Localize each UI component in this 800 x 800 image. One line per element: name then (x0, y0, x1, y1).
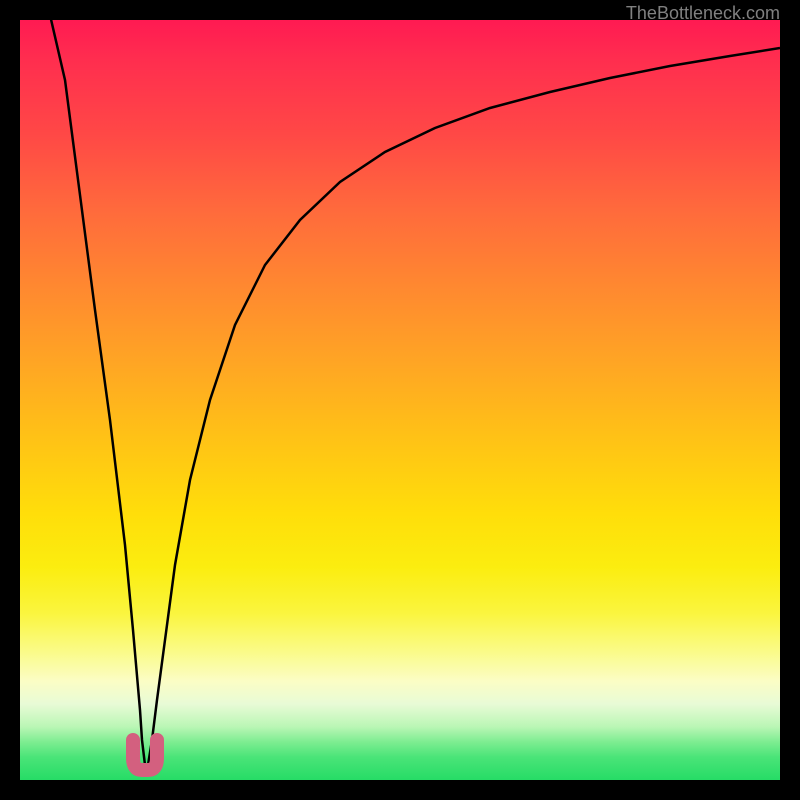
watermark-text: TheBottleneck.com (626, 3, 780, 24)
bottleneck-curve-right (148, 48, 780, 765)
chart-svg (20, 20, 780, 780)
chart-plot-area (20, 20, 780, 780)
bottleneck-curve-left (50, 20, 145, 765)
